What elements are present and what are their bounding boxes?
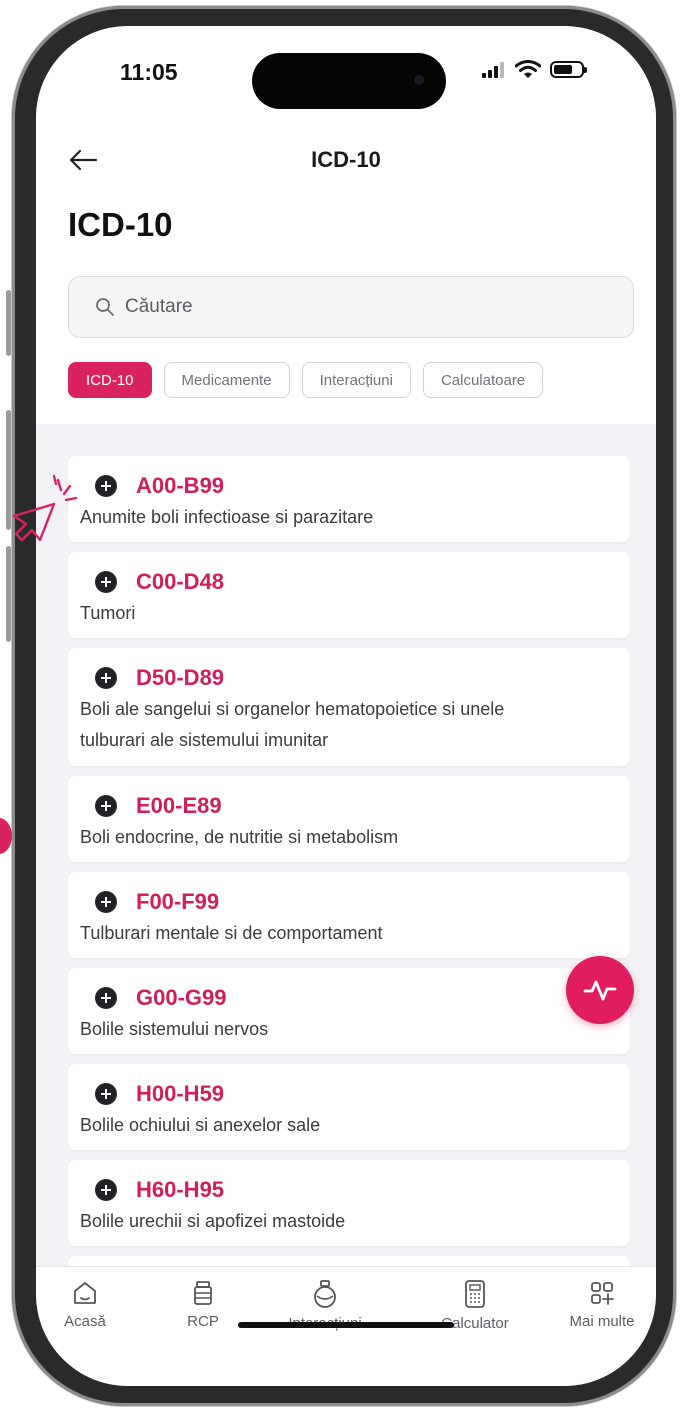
silent-switch bbox=[6, 290, 11, 356]
category-code: G00-G99 bbox=[136, 985, 227, 1010]
volume-down-button bbox=[6, 546, 11, 642]
camera-dot bbox=[414, 75, 424, 85]
category-description: Boli endocrine, de nutritie si metabolis… bbox=[80, 827, 399, 847]
plus-icon bbox=[95, 1179, 117, 1201]
search-icon bbox=[96, 298, 114, 316]
phone-screen: 11:05 ICD-10 ICD-10 Căutare ICD-10 Medic… bbox=[36, 26, 656, 1386]
plus-icon bbox=[95, 891, 117, 913]
list-item[interactable]: E00-E89 Boli endocrine, de nutritie si m… bbox=[68, 776, 630, 862]
category-code: F00-F99 bbox=[136, 889, 220, 914]
category-code: E00-E89 bbox=[136, 793, 222, 818]
category-code: C00-D48 bbox=[136, 569, 225, 594]
list-item[interactable]: H00-H59 Bolile ochiului si anexelor sale bbox=[68, 1064, 630, 1150]
list-item[interactable]: C00-D48 Tumori bbox=[68, 552, 630, 638]
category-description: Tulburari mentale si de comportament bbox=[80, 923, 383, 943]
nav-item-acasa[interactable]: Acasă bbox=[36, 1279, 140, 1330]
battery-icon bbox=[550, 61, 587, 78]
search-placeholder: Căutare bbox=[125, 296, 193, 317]
signal-icon bbox=[482, 61, 504, 78]
page-title: ICD-10 bbox=[68, 206, 173, 243]
plus-icon bbox=[95, 1083, 117, 1105]
list-item[interactable]: F00-F99 Tulburari mentale si de comporta… bbox=[68, 872, 630, 958]
home-icon bbox=[74, 1282, 96, 1304]
plus-icon bbox=[95, 475, 117, 497]
calculator-icon bbox=[465, 1280, 485, 1308]
list-item[interactable]: A00-B99 Anumite boli infectioase si para… bbox=[68, 456, 630, 542]
category-code: A00-B99 bbox=[136, 473, 225, 498]
plus-icon bbox=[95, 667, 117, 689]
list-item[interactable]: G00-G99 Bolile sistemului nervos bbox=[68, 968, 630, 1054]
category-description: Bolile ochiului si anexelor sale bbox=[80, 1115, 321, 1135]
category-description: Tumori bbox=[80, 603, 136, 623]
list-item[interactable]: D50-D89 Boli ale sangelui si organelor h… bbox=[68, 648, 630, 766]
chip-medicamente[interactable]: Medicamente bbox=[163, 362, 290, 398]
grid-plus-icon bbox=[591, 1282, 614, 1305]
pill-bottle-icon bbox=[194, 1281, 212, 1305]
category-description-line2: tulburari ale sistemului imunitar bbox=[80, 730, 329, 750]
nav-item-mai-multe[interactable]: Mai multe bbox=[547, 1279, 656, 1330]
category-code: H60-H95 bbox=[136, 1177, 225, 1202]
nav-label: Mai multe bbox=[569, 1313, 635, 1330]
plus-icon bbox=[95, 571, 117, 593]
fab-button[interactable] bbox=[566, 956, 634, 1024]
status-time: 11:05 bbox=[120, 59, 178, 85]
filter-chips: ICD-10 Medicamente Interacțiuni Calculat… bbox=[68, 362, 638, 398]
list-item[interactable]: H60-H95 Bolile urechii si apofizei masto… bbox=[68, 1160, 630, 1246]
plus-icon bbox=[95, 795, 117, 817]
chip-icd10[interactable]: ICD-10 bbox=[68, 362, 152, 398]
category-description: Bolile urechii si apofizei mastoide bbox=[80, 1211, 346, 1231]
home-indicator bbox=[238, 1322, 454, 1328]
category-code: D50-D89 bbox=[136, 665, 225, 690]
category-description: Anumite boli infectioase si parazitare bbox=[80, 507, 374, 527]
nav-label: Acasă bbox=[64, 1313, 106, 1330]
status-icons bbox=[482, 60, 587, 79]
category-description: Boli ale sangelui si organelor hematopoi… bbox=[80, 699, 505, 719]
plus-icon bbox=[95, 987, 117, 1009]
decorative-dot bbox=[0, 818, 12, 854]
category-description: Bolile sistemului nervos bbox=[80, 1019, 269, 1039]
category-code: H00-H59 bbox=[136, 1081, 225, 1106]
chip-interactiuni[interactable]: Interacțiuni bbox=[301, 362, 411, 398]
nav-title: ICD-10 bbox=[311, 147, 381, 172]
chip-calculatoare[interactable]: Calculatoare bbox=[422, 362, 544, 398]
search-input[interactable]: Căutare bbox=[68, 276, 634, 338]
flask-icon bbox=[314, 1280, 336, 1308]
cursor-pointer-icon bbox=[12, 474, 78, 542]
wifi-icon bbox=[515, 60, 541, 78]
pulse-icon bbox=[583, 980, 617, 1001]
